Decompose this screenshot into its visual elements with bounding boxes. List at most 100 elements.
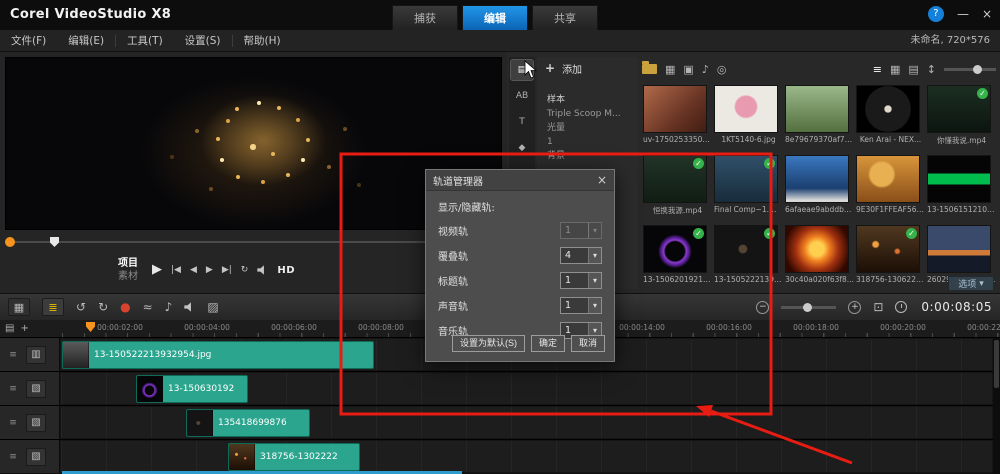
media-item[interactable]: ✓13-1506151210M1... xyxy=(927,155,998,225)
repeat-icon[interactable]: ↻ xyxy=(241,263,249,277)
thumbnail-image[interactable]: ✓ xyxy=(643,155,707,203)
timeline-view-button[interactable]: ≣ xyxy=(42,298,64,316)
ripple-edit-icon[interactable]: ≡ xyxy=(0,350,26,360)
mute-icon[interactable] xyxy=(184,302,195,313)
next-frame-button[interactable]: ▶ xyxy=(206,263,213,277)
tab-share[interactable]: 共享 xyxy=(532,5,598,30)
thumbnail-image[interactable]: ✓ xyxy=(927,155,991,203)
overlay-track-icon[interactable]: ▧ xyxy=(26,380,46,398)
set-default-button[interactable]: 设置为默认(S) xyxy=(452,335,525,352)
thumbnail-image[interactable]: ✓ xyxy=(714,225,778,273)
menu-settings[interactable]: 设置(S) xyxy=(174,30,232,52)
media-item[interactable]: ✓318756-1306222... xyxy=(856,225,927,295)
thumbnail-image[interactable]: ✓ xyxy=(643,225,707,273)
video-track-icon[interactable]: ▥ xyxy=(26,346,46,364)
thumbnail-image[interactable]: ✓ xyxy=(785,225,849,273)
thumbnail-view-icon[interactable]: ▦ xyxy=(890,63,900,76)
subtitle-editor-icon[interactable]: ▨ xyxy=(207,300,218,314)
track-lock-icon[interactable]: ≡ xyxy=(0,418,26,428)
timeline-clip[interactable]: 135418699876 xyxy=(186,409,310,437)
overlay-track-select[interactable]: 4 ▾ xyxy=(560,247,602,264)
voice-track-select[interactable]: 1 ▾ xyxy=(560,297,602,314)
thumbnail-image[interactable]: ✓ xyxy=(714,155,778,203)
tab-edit[interactable]: 编辑 xyxy=(462,5,528,30)
hd-preview-button[interactable]: HD xyxy=(277,265,295,276)
overlay-track-icon[interactable]: ▧ xyxy=(26,414,46,432)
ok-button[interactable]: 确定 xyxy=(531,335,565,352)
menu-tools[interactable]: 工具(T) xyxy=(116,30,174,52)
minimize-icon[interactable]: — xyxy=(957,6,969,22)
thumbnail-image[interactable]: ✓ xyxy=(927,85,991,133)
end-button[interactable]: ▶| xyxy=(222,263,232,277)
import-audio-icon[interactable]: ♪ xyxy=(702,63,709,76)
help-icon[interactable]: ? xyxy=(928,6,944,22)
add-track-icon[interactable]: + xyxy=(20,322,28,335)
dialog-titlebar[interactable]: 轨道管理器 × xyxy=(426,170,614,191)
record-capture-icon[interactable]: ▣ xyxy=(683,63,693,76)
list-view-icon[interactable]: ≡ xyxy=(873,63,882,76)
import-media-icon[interactable]: ▦ xyxy=(665,63,675,76)
track-lane[interactable] xyxy=(61,441,992,472)
overlay-track-icon[interactable]: ▧ xyxy=(26,448,46,466)
menu-file[interactable]: 文件(F) xyxy=(0,30,57,52)
timeline-vertical-scrollbar[interactable] xyxy=(993,338,1000,474)
previous-frame-button[interactable]: ◀ xyxy=(190,263,197,277)
track-lock-icon[interactable]: ≡ xyxy=(0,452,26,462)
undo-icon[interactable]: ↺ xyxy=(76,300,86,314)
redo-icon[interactable]: ↻ xyxy=(98,300,108,314)
thumbnail-image[interactable]: ✓ xyxy=(927,225,991,273)
record-capture-icon[interactable]: ● xyxy=(120,300,130,314)
thumbnail-image[interactable]: ✓ xyxy=(714,85,778,133)
title-track-select[interactable]: 1 ▾ xyxy=(560,272,602,289)
library-folder-light[interactable]: 光量 xyxy=(547,121,635,135)
home-button[interactable]: |◀ xyxy=(171,263,181,277)
media-item[interactable]: ✓30c40a020f63f8... xyxy=(785,225,856,295)
add-folder-row[interactable]: + 添加 xyxy=(537,57,638,79)
menu-help[interactable]: 帮助(H) xyxy=(233,30,292,52)
media-library-icon[interactable]: ▤ xyxy=(511,60,533,80)
close-icon[interactable]: × xyxy=(982,6,992,22)
scrub-handle[interactable] xyxy=(50,237,59,247)
play-button[interactable]: ▶ xyxy=(152,263,162,277)
media-item[interactable]: ✓9E30F1FFEAF56B... xyxy=(856,155,927,225)
media-item[interactable]: ✓你懂我说.mp4 xyxy=(927,85,998,155)
volume-icon[interactable] xyxy=(257,265,268,276)
media-item[interactable]: ✓13-15052221393... xyxy=(714,225,785,295)
title-icon[interactable]: T xyxy=(511,112,533,132)
cloud-icon[interactable]: ◎ xyxy=(717,63,727,76)
media-item[interactable]: ✓uv-17502533509 M... xyxy=(643,85,714,155)
thumbnail-image[interactable]: ✓ xyxy=(856,155,920,203)
mode-clip-button[interactable]: 素材 xyxy=(118,270,138,283)
import-folder-icon[interactable] xyxy=(642,64,657,74)
timeline-zoom-slider[interactable] xyxy=(781,306,836,309)
sound-mixer-icon[interactable]: ≈ xyxy=(143,300,153,314)
timeline-clip[interactable]: 13-150630192 xyxy=(136,375,248,403)
library-folder-samples[interactable]: 样本 xyxy=(547,93,635,107)
close-icon[interactable]: × xyxy=(597,174,607,186)
library-folder-triple-scoop[interactable]: Triple Scoop M... xyxy=(547,107,635,121)
tab-capture[interactable]: 捕获 xyxy=(392,5,458,30)
library-folder-1[interactable]: 1 xyxy=(547,135,635,149)
options-panel-tab[interactable]: 选项 ▾ xyxy=(948,276,994,291)
thumbnail-image[interactable]: ✓ xyxy=(643,85,707,133)
menu-edit[interactable]: 编辑(E) xyxy=(57,30,115,52)
slider-knob[interactable] xyxy=(973,65,982,74)
track-lock-icon[interactable]: ≡ xyxy=(0,384,26,394)
sort-icon[interactable]: ↕ xyxy=(927,63,936,76)
media-item[interactable]: ✓Ken Arai - NEX... xyxy=(856,85,927,155)
media-item[interactable]: ✓6afaeae9abddb4... xyxy=(785,155,856,225)
transition-icon[interactable]: AB xyxy=(511,86,533,106)
zoom-out-icon[interactable]: − xyxy=(756,301,769,314)
timeline-clip[interactable]: 318756-1302222 xyxy=(228,443,360,471)
slider-knob[interactable] xyxy=(803,303,812,312)
media-item[interactable]: ✓恒携我源.mp4 xyxy=(643,155,714,225)
thumbnail-image[interactable]: ✓ xyxy=(856,225,920,273)
trim-start-marker[interactable] xyxy=(5,237,15,247)
timeline-clip[interactable]: 13-150522213932954.jpg xyxy=(62,341,374,369)
thumbnail-size-slider[interactable] xyxy=(944,68,996,71)
zoom-in-icon[interactable]: + xyxy=(848,301,861,314)
fit-project-icon[interactable]: ⊡ xyxy=(873,300,883,314)
project-duration-icon[interactable] xyxy=(895,301,907,313)
mode-project-button[interactable]: 项目 xyxy=(118,257,138,270)
library-folder-background[interactable]: 背景 xyxy=(547,149,635,163)
